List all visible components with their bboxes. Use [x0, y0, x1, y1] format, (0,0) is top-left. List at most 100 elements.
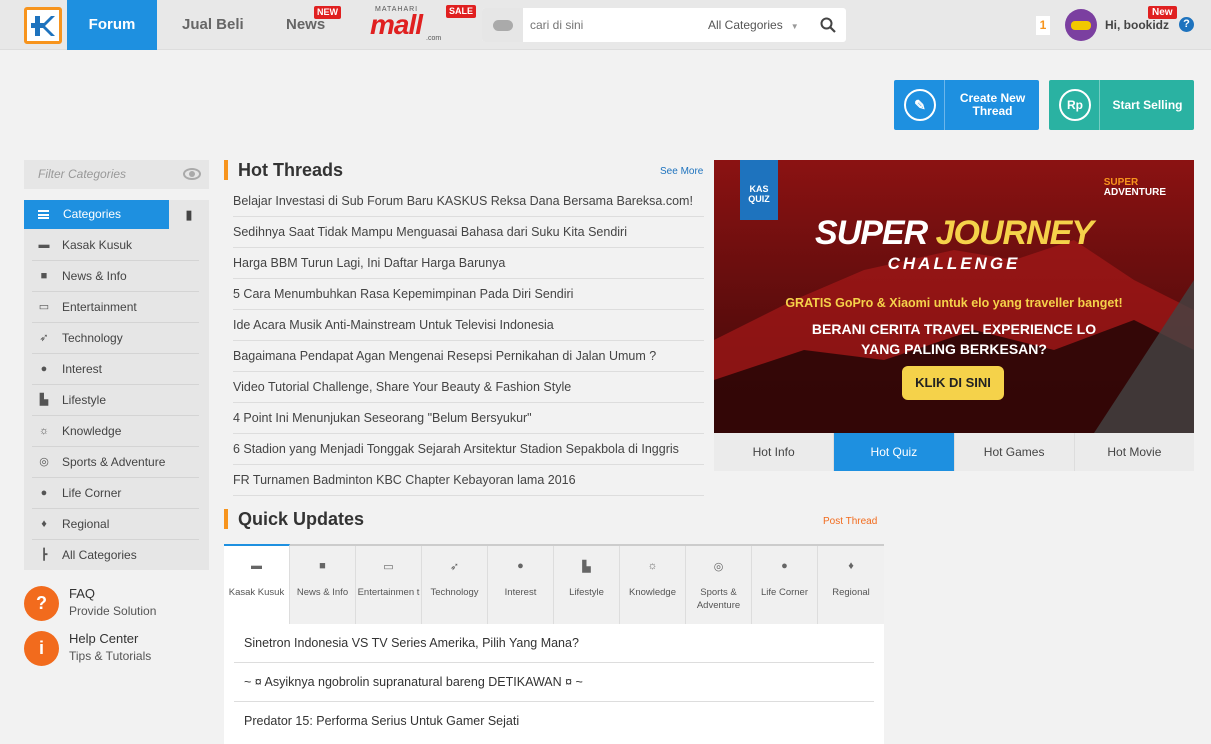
qu-tab-lifestyle[interactable]: ▙ Lifestyle [554, 546, 620, 624]
notification-count[interactable]: 1 [1036, 16, 1050, 35]
hot-thread-item[interactable]: 6 Stadion yang Menjadi Tonggak Sejarah A… [233, 434, 704, 465]
palette-icon: ● [40, 363, 48, 375]
sidebar-item-regional[interactable]: ♦ Regional [24, 509, 199, 540]
banner-question-2: YANG PALING BERKESAN? [861, 341, 1047, 357]
sidebar-item-label: Technology [62, 331, 123, 345]
help-center-link[interactable]: i Help Center Tips & Tutorials [24, 629, 209, 669]
hot-thread-item[interactable]: Harga BBM Turun Lagi, Ini Daftar Harga B… [233, 248, 704, 279]
sidebar-item-kasak-kusuk[interactable]: ▬ Kasak Kusuk [24, 230, 199, 261]
qu-tab-knowledge[interactable]: ☼ Knowledge [620, 546, 686, 624]
quick-update-item[interactable]: Sinetron Indonesia VS TV Series Amerika,… [234, 624, 874, 663]
sidebar: Categories ▮ ▬ Kasak Kusuk ■ News & Info ▭… [24, 200, 209, 570]
categories-header[interactable]: Categories [24, 200, 169, 229]
banner-cta-button[interactable]: KLIK DI SINI [902, 366, 1004, 400]
promo-banner[interactable]: KAS QUIZ SUPER ADVENTURE SUPER JOURNEY CH… [714, 160, 1194, 433]
briefcase-icon: ■ [319, 560, 326, 572]
quick-updates-tabs: ▬ Kasak Kusuk ■ News & Info ▭ Entertainmen … [224, 544, 884, 624]
nav-forum-tab[interactable]: Forum [67, 0, 157, 50]
post-thread-link[interactable]: Post Thread [823, 516, 877, 527]
qu-tab-label: Entertainmen t [357, 587, 420, 598]
search-input[interactable] [530, 8, 700, 42]
sidebar-item-technology[interactable]: ➶ Technology [24, 323, 199, 354]
sidebar-item-life-corner[interactable]: ● Life Corner [24, 478, 199, 509]
search-category-select[interactable]: All Categories ▼ [708, 8, 799, 42]
help-center-subtitle: Tips & Tutorials [69, 649, 152, 663]
quick-updates-panel: ▬ Kasak Kusuk ■ News & Info ▭ Entertainmen … [224, 544, 884, 744]
bulb-icon: ☼ [38, 425, 50, 437]
sidebar-item-label: Sports & Adventure [62, 455, 166, 469]
hat-icon: ▙ [582, 561, 591, 573]
qu-tab-label: Regional [832, 587, 870, 598]
sidebar-item-lifestyle[interactable]: ▙ Lifestyle [24, 385, 199, 416]
start-selling-button[interactable]: Rp Start Selling [1049, 80, 1194, 130]
banner-title-b: JOURNEY [935, 214, 1094, 252]
hot-thread-item[interactable]: Video Tutorial Challenge, Share Your Bea… [233, 372, 704, 403]
tab-hot-quiz[interactable]: Hot Quiz [834, 433, 955, 471]
qu-tab-kasak-kusuk[interactable]: ▬ Kasak Kusuk [224, 544, 290, 624]
list-icon [38, 210, 49, 219]
mall-sale-badge: SALE [446, 5, 477, 18]
bookmark-icon[interactable]: ▮ [169, 200, 209, 229]
chat-toggle-icon[interactable] [482, 8, 523, 42]
banner-promo: GRATIS GoPro & Xiaomi untuk elo yang tra… [785, 296, 1123, 310]
hot-thread-item[interactable]: 4 Point Ini Menunjukan Seseorang "Belum … [233, 403, 704, 434]
qu-tab-sports-adventure[interactable]: ◎ Sports & Adventure [686, 546, 752, 624]
sidebar-item-label: News & Info [62, 269, 127, 283]
qu-tab-label: Knowledge [628, 587, 676, 598]
hot-thread-item[interactable]: Belajar Investasi di Sub Forum Baru KASK… [233, 186, 704, 217]
hot-thread-item[interactable]: Sedihnya Saat Tidak Mampu Menguasai Baha… [233, 217, 704, 248]
tab-hot-games[interactable]: Hot Games [954, 433, 1075, 471]
pencil-icon: ✎ [904, 89, 936, 121]
user-avatar[interactable] [1065, 9, 1097, 41]
kaskus-logo[interactable] [24, 7, 62, 44]
qu-tab-life-corner[interactable]: ● Life Corner [752, 546, 818, 624]
qu-tab-technology[interactable]: ➶ Technology [422, 546, 488, 624]
search-icon[interactable] [820, 17, 836, 33]
nav-jual-beli-tab[interactable]: Jual Beli [182, 0, 244, 50]
help-icon[interactable]: ? [1179, 17, 1194, 32]
filter-placeholder: Filter Categories [38, 167, 127, 181]
see-more-link[interactable]: See More [660, 166, 703, 177]
quick-update-item[interactable]: Predator 15: Performa Serius Untuk Gamer… [234, 702, 874, 741]
hot-thread-item[interactable]: Ide Acara Musik Anti-Mainstream Untuk Te… [233, 310, 704, 341]
user-greeting[interactable]: Hi, bookidz [1105, 0, 1169, 50]
tab-hot-info[interactable]: Hot Info [714, 433, 835, 471]
palette-icon: ● [517, 560, 524, 572]
category-list: ▬ Kasak Kusuk ■ News & Info ▭ Entertainment… [24, 230, 209, 571]
tv-icon: ▭ [383, 561, 394, 573]
qu-tab-news-info[interactable]: ■ News & Info [290, 546, 356, 624]
tab-hot-movie[interactable]: Hot Movie [1074, 433, 1194, 471]
sidebar-item-news-info[interactable]: ■ News & Info [24, 261, 199, 292]
qu-tab-regional[interactable]: ♦ Regional [818, 546, 884, 624]
super-adventure-logo: SUPER ADVENTURE [1104, 178, 1166, 198]
briefcase-icon: ■ [40, 270, 48, 282]
matahari-mall-link[interactable]: MATAHARI mall .com SALE [370, 5, 477, 45]
hot-thread-item[interactable]: Bagaimana Pendapat Agan Mengenai Resepsi… [233, 341, 704, 372]
sidebar-item-all-categories[interactable]: ┣ All Categories [24, 540, 199, 571]
qu-tab-label: Sports & Adventure [696, 587, 741, 611]
sidebar-item-label: All Categories [62, 548, 137, 562]
quick-update-item[interactable]: ~ ¤ Asyiknya ngobrolin supranatural bare… [234, 663, 874, 702]
filter-categories-input[interactable]: Filter Categories [24, 160, 209, 189]
faq-link[interactable]: ? FAQ Provide Solution [24, 584, 209, 624]
qu-tab-entertainment[interactable]: ▭ Entertainmen t [356, 546, 422, 624]
hot-thread-item[interactable]: 5 Cara Menumbuhkan Rasa Kepemimpinan Pad… [233, 279, 704, 310]
quick-updates-list: Sinetron Indonesia VS TV Series Amerika,… [234, 624, 874, 741]
start-selling-label: Start Selling [1112, 97, 1183, 112]
sidebar-item-label: Lifestyle [62, 393, 107, 407]
sidebar-item-label: Interest [62, 362, 103, 376]
eye-icon[interactable] [183, 168, 201, 180]
sidebar-item-label: Entertainment [62, 300, 137, 314]
hot-thread-item[interactable]: FR Turnamen Badminton KBC Chapter Kebayo… [233, 465, 704, 496]
sidebar-item-label: Knowledge [62, 424, 122, 438]
create-thread-button[interactable]: ✎ Create New Thread [894, 80, 1039, 130]
sidebar-item-interest[interactable]: ● Interest [24, 354, 199, 385]
sidebar-item-sports-adventure[interactable]: ◎ Sports & Adventure [24, 447, 199, 478]
qu-tab-interest[interactable]: ● Interest [488, 546, 554, 624]
qu-tab-label: Kasak Kusuk [228, 587, 285, 598]
sidebar-item-entertainment[interactable]: ▭ Entertainment [24, 292, 199, 323]
pin-icon: ♦ [41, 518, 47, 530]
faq-bubble-icon: ? [24, 586, 59, 621]
kas-quiz-badge: KAS QUIZ [740, 160, 778, 220]
sidebar-item-knowledge[interactable]: ☼ Knowledge [24, 416, 199, 447]
